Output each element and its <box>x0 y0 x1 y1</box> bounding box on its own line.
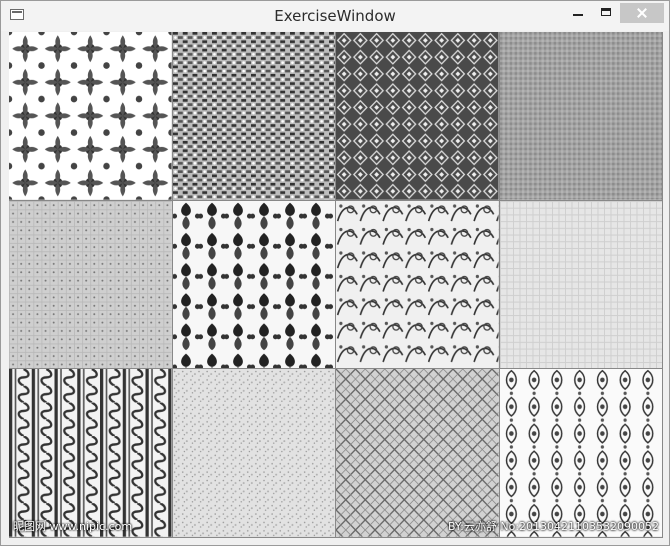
pattern-tile-9 <box>9 369 173 538</box>
watermark-right: BY:云亦舒 No:20130421103532090052 <box>447 520 659 533</box>
pattern-tile-1 <box>9 32 173 201</box>
pattern-tile-7 <box>336 200 500 370</box>
client-area: 昵图网 www.nipic.com BY:云亦舒 No:201304211035… <box>9 32 663 538</box>
pattern-tile-6 <box>172 200 336 370</box>
title-bar[interactable]: ExerciseWindow <box>1 1 669 31</box>
pattern-tile-11 <box>336 369 500 538</box>
pattern-tile-12 <box>499 369 663 538</box>
pattern-grid <box>9 32 663 538</box>
pattern-tile-2 <box>172 32 336 201</box>
pattern-tile-8 <box>499 200 663 370</box>
minimize-button[interactable] <box>564 3 592 23</box>
exercise-window: ExerciseWindow 昵图网 www.nipic.com BY:云亦舒 … <box>0 0 670 546</box>
close-button[interactable] <box>620 3 664 23</box>
pattern-tile-5 <box>9 200 173 370</box>
watermark-left: 昵图网 www.nipic.com <box>13 520 133 533</box>
pattern-tile-10 <box>172 369 336 538</box>
pattern-tile-3 <box>336 32 500 201</box>
pattern-tile-4 <box>499 32 663 201</box>
maximize-button[interactable] <box>592 3 620 23</box>
